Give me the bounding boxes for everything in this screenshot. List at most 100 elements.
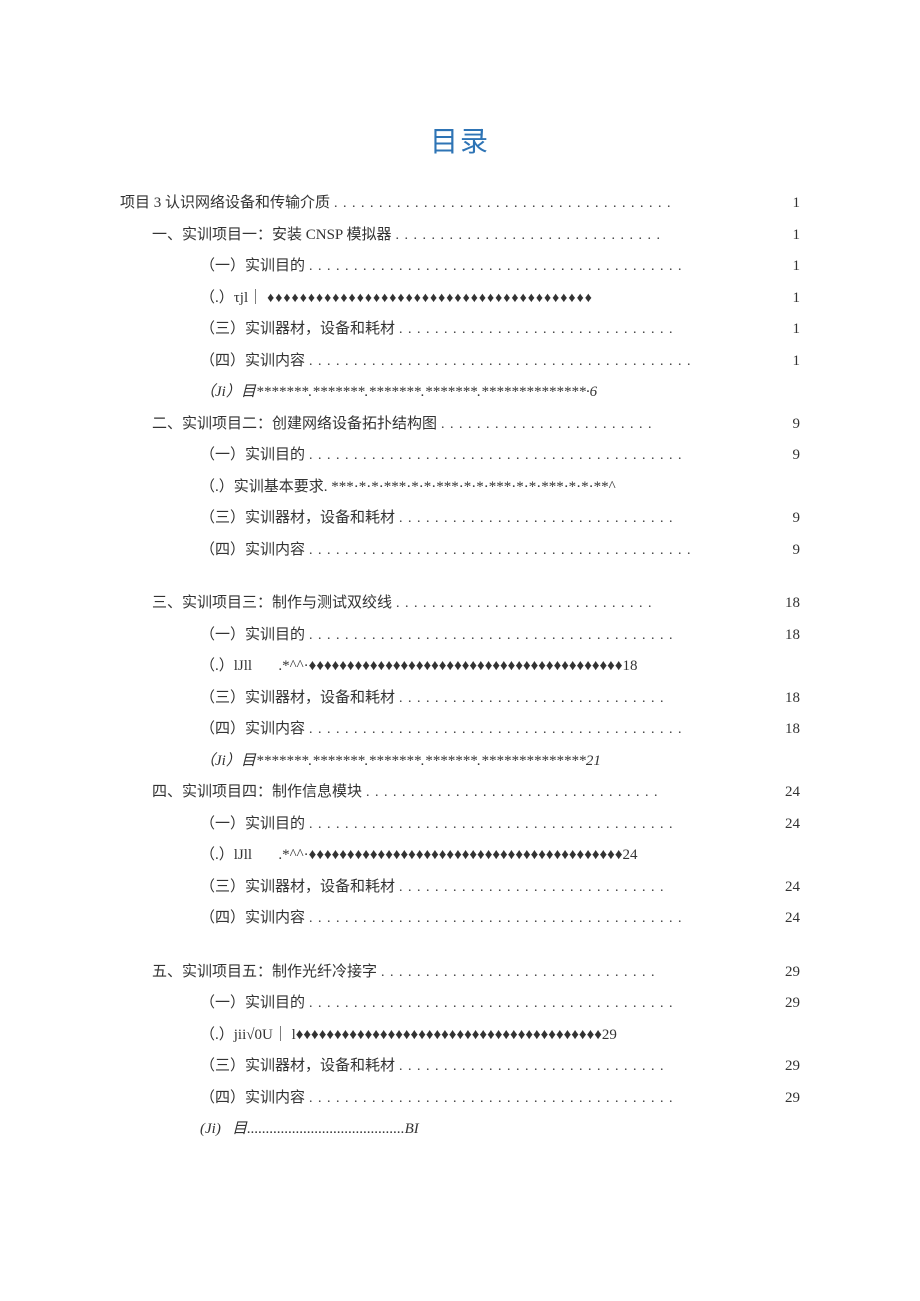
toc-entry-leader: . . . . . . . . . . . . . . . . . . . . … [309,1084,781,1113]
toc-entry: （三）实训器材，设备和耗材. . . . . . . . . . . . . .… [200,503,800,535]
toc-entry-label: （四）实训内容 [200,714,305,746]
toc-entry: （三）实训器材，设备和耗材. . . . . . . . . . . . . .… [200,683,800,715]
toc-entry: 项目 3 认识网络设备和传输介质. . . . . . . . . . . . … [120,188,800,220]
toc-entry: （四）实训内容. . . . . . . . . . . . . . . . .… [200,535,800,567]
toc-entry-label: （四）实训内容 [200,535,305,567]
toc-entry: （.）τjl｜♦♦♦♦♦♦♦♦♦♦♦♦♦♦♦♦♦♦♦♦♦♦♦♦♦♦♦♦♦♦♦♦♦… [200,283,800,315]
toc-entry-page: 18 [785,714,800,746]
document-page: 目录 项目 3 认识网络设备和传输介质. . . . . . . . . . .… [0,0,920,1301]
toc-entry-leader: . . . . . . . . . . . . . . . . . . . . … [396,589,781,618]
toc-entry-label: 一、实训项目一：安装 CNSP 模拟器 [152,220,391,252]
toc-entry: （.）lJll .*^^·♦♦♦♦♦♦♦♦♦♦♦♦♦♦♦♦♦♦♦♦♦♦♦♦♦♦♦… [200,840,800,872]
toc-entry: （一）实训目的. . . . . . . . . . . . . . . . .… [200,809,800,841]
toc-entry-page: 29 [785,1083,800,1115]
toc-entry-page: 1 [793,188,801,220]
toc-entry: （一）实训目的. . . . . . . . . . . . . . . . .… [200,620,800,652]
toc-entry-leader: ♦♦♦♦♦♦♦♦♦♦♦♦♦♦♦♦♦♦♦♦♦♦♦♦♦♦♦♦♦♦♦♦♦♦♦♦♦♦♦♦ [267,284,788,313]
toc-entry: （一）实训目的. . . . . . . . . . . . . . . . .… [200,251,800,283]
toc-entry-label: （三）实训器材，设备和耗材 [200,503,395,535]
toc-entry-leader: . . . . . . . . . . . . . . . . . . . . … [381,958,781,987]
toc-entry-raw: （Ji）目*******.*******.*******.*******.***… [200,746,601,778]
toc-entry: （一）实训目的. . . . . . . . . . . . . . . . .… [200,988,800,1020]
toc-entry-leader: . . . . . . . . . . . . . . . . . . . . … [309,810,781,839]
toc-entry-label: （一）实训目的 [200,440,305,472]
toc-entry-leader: . . . . . . . . . . . . . . . . . . . . … [309,621,781,650]
toc-entry-leader: . . . . . . . . . . . . . . . . . . . . … [366,778,781,807]
toc-spacer [120,566,800,588]
toc-title: 目录 [120,120,800,160]
toc-entry-raw: (Ji) 目..................................… [200,1114,419,1146]
toc-entry-raw: （.）实训基本要求. ***·*·*·***·*·*·***·*·*·***·*… [200,472,616,504]
toc-entry: 一、实训项目一：安装 CNSP 模拟器. . . . . . . . . . .… [152,220,800,252]
toc-entry: （Ji）目*******.*******.*******.*******.***… [200,746,800,778]
toc-entry-page: 1 [793,220,801,252]
toc-entry-page: 29 [785,988,800,1020]
toc-entry-leader: . . . . . . . . . . . . . . . . . . . . … [309,904,781,933]
toc-entry-leader: . . . . . . . . . . . . . . . . . . . . … [395,221,788,250]
toc-entry-leader: . . . . . . . . . . . . . . . . . . . . … [399,684,781,713]
toc-entry-label: （三）实训器材，设备和耗材 [200,683,395,715]
toc-entry: （三）实训器材，设备和耗材. . . . . . . . . . . . . .… [200,1051,800,1083]
toc-container: 项目 3 认识网络设备和传输介质. . . . . . . . . . . . … [120,188,800,1146]
toc-entry-leader: . . . . . . . . . . . . . . . . . . . . … [309,347,788,376]
toc-entry-leader: . . . . . . . . . . . . . . . . . . . . … [309,252,788,281]
toc-entry-label: （一）实训目的 [200,251,305,283]
toc-entry: 五、实训项目五：制作光纤冷接字. . . . . . . . . . . . .… [152,957,800,989]
toc-entry-label: 三、实训项目三：制作与测试双绞线 [152,588,392,620]
toc-entry-page: 1 [793,283,801,315]
toc-entry-label: （三）实训器材，设备和耗材 [200,1051,395,1083]
toc-entry-leader: . . . . . . . . . . . . . . . . . . . . … [334,189,788,218]
toc-entry: （四）实训内容. . . . . . . . . . . . . . . . .… [200,1083,800,1115]
toc-entry: 四、实训项目四：制作信息模块. . . . . . . . . . . . . … [152,777,800,809]
toc-entry: 三、实训项目三：制作与测试双绞线. . . . . . . . . . . . … [152,588,800,620]
toc-entry-label: 项目 3 认识网络设备和传输介质 [120,188,330,220]
toc-entry: （.）实训基本要求. ***·*·*·***·*·*·***·*·*·***·*… [200,472,800,504]
toc-entry-raw: （.）lJll .*^^·♦♦♦♦♦♦♦♦♦♦♦♦♦♦♦♦♦♦♦♦♦♦♦♦♦♦♦… [200,840,637,872]
toc-entry-label: 五、实训项目五：制作光纤冷接字 [152,957,377,989]
toc-entry: （四）实训内容. . . . . . . . . . . . . . . . .… [200,346,800,378]
toc-entry-leader: . . . . . . . . . . . . . . . . . . . . … [399,873,781,902]
toc-entry-page: 24 [785,777,800,809]
toc-entry-page: 18 [785,588,800,620]
toc-entry-label: （三）实训器材，设备和耗材 [200,872,395,904]
toc-entry-label: （.）τjl｜ [200,283,263,315]
toc-spacer [120,935,800,957]
toc-entry-label: 四、实训项目四：制作信息模块 [152,777,362,809]
toc-entry-page: 29 [785,957,800,989]
toc-entry-page: 24 [785,872,800,904]
toc-entry-page: 18 [785,683,800,715]
toc-entry-label: （四）实训内容 [200,346,305,378]
toc-entry-label: （四）实训内容 [200,1083,305,1115]
toc-entry-leader: . . . . . . . . . . . . . . . . . . . . … [309,989,781,1018]
toc-entry-label: （三）实训器材，设备和耗材 [200,314,395,346]
toc-entry-page: 9 [793,503,801,535]
toc-entry-page: 1 [793,314,801,346]
toc-entry: (Ji) 目..................................… [200,1114,800,1146]
toc-entry-label: 二、实训项目二：创建网络设备拓扑结构图 [152,409,437,441]
toc-entry: （三）实训器材，设备和耗材. . . . . . . . . . . . . .… [200,314,800,346]
toc-entry-label: （一）实训目的 [200,809,305,841]
toc-entry-page: 9 [793,440,801,472]
toc-entry-page: 9 [793,535,801,567]
toc-entry-label: （一）实训目的 [200,620,305,652]
toc-entry-page: 1 [793,251,801,283]
toc-entry: （四）实训内容. . . . . . . . . . . . . . . . .… [200,714,800,746]
toc-entry: （四）实训内容. . . . . . . . . . . . . . . . .… [200,903,800,935]
toc-entry-label: （一）实训目的 [200,988,305,1020]
toc-entry: （.）lJll .*^^·♦♦♦♦♦♦♦♦♦♦♦♦♦♦♦♦♦♦♦♦♦♦♦♦♦♦♦… [200,651,800,683]
toc-entry-leader: . . . . . . . . . . . . . . . . . . . . … [399,315,788,344]
toc-entry: （.）jii√0U｜ l♦♦♦♦♦♦♦♦♦♦♦♦♦♦♦♦♦♦♦♦♦♦♦♦♦♦♦♦… [200,1020,800,1052]
toc-entry-leader: . . . . . . . . . . . . . . . . . . . . … [309,715,781,744]
toc-entry: （Ji）目*******.*******.*******.*******.***… [200,377,800,409]
toc-entry-leader: . . . . . . . . . . . . . . . . . . . . … [309,441,788,470]
toc-entry-page: 18 [785,620,800,652]
toc-entry-page: 29 [785,1051,800,1083]
toc-entry-leader: . . . . . . . . . . . . . . . . . . . . … [399,1052,781,1081]
toc-entry-leader: . . . . . . . . . . . . . . . . . . . . … [309,536,788,565]
toc-entry: （一）实训目的. . . . . . . . . . . . . . . . .… [200,440,800,472]
toc-entry-leader: . . . . . . . . . . . . . . . . . . . . … [441,410,788,439]
toc-entry-page: 24 [785,809,800,841]
toc-entry-raw: （.）lJll .*^^·♦♦♦♦♦♦♦♦♦♦♦♦♦♦♦♦♦♦♦♦♦♦♦♦♦♦♦… [200,651,637,683]
toc-entry-page: 24 [785,903,800,935]
toc-entry-raw: （Ji）目*******.*******.*******.*******.***… [200,377,597,409]
